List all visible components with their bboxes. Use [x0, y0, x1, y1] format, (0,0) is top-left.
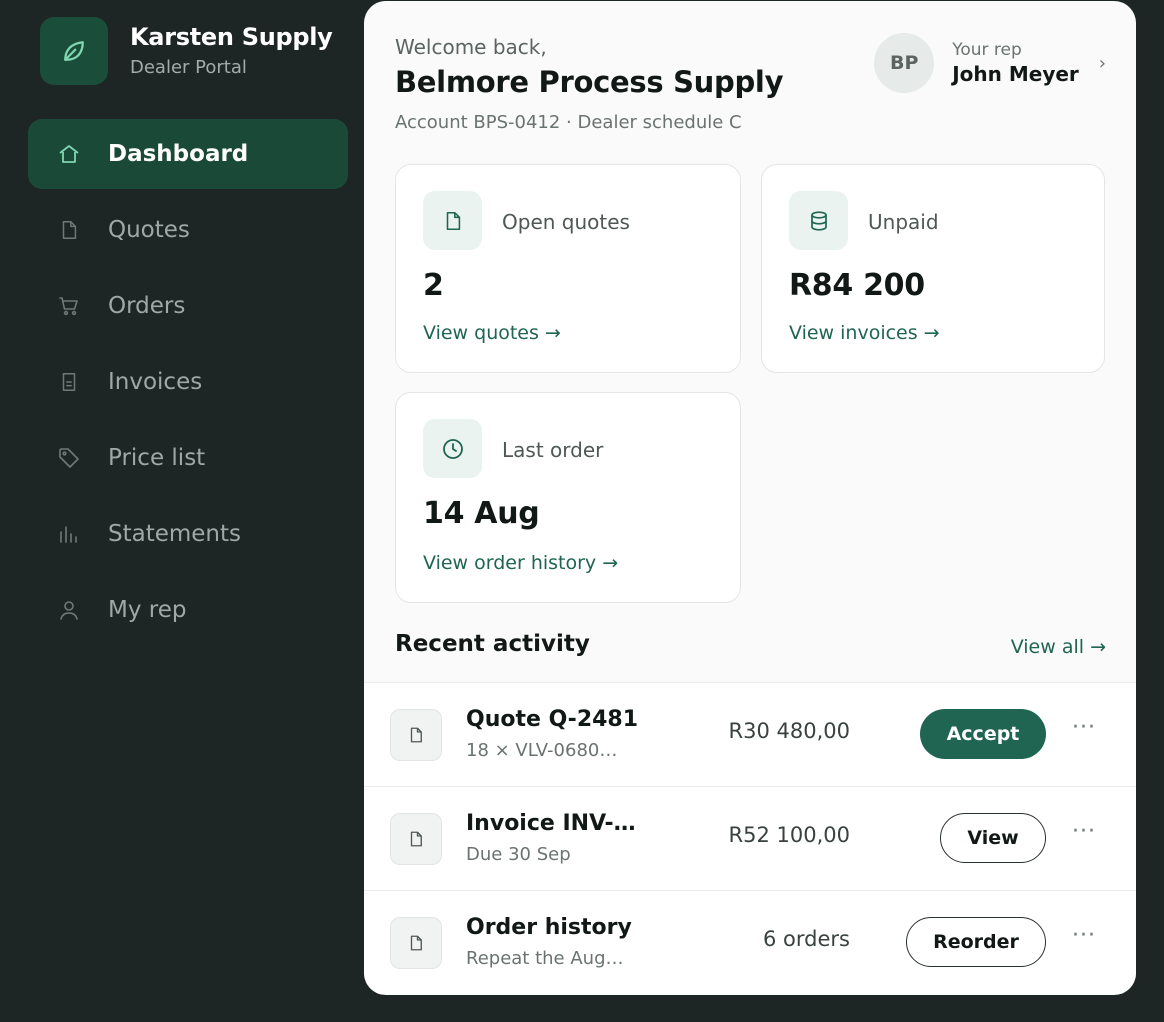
- stat-card-last-order: Last order 14 Aug View order history →: [395, 392, 741, 603]
- stat-value: 2: [423, 268, 444, 303]
- more-options-icon[interactable]: ···: [1072, 819, 1096, 844]
- row-subtitle: Due 30 Sep: [466, 844, 571, 865]
- list-item: Invoice INV-… Due 30 Sep R52 100,00 View…: [364, 786, 1136, 890]
- row-title[interactable]: Invoice INV-…: [466, 811, 636, 836]
- chevron-right-icon: ›: [1098, 52, 1106, 74]
- accept-button[interactable]: Accept: [920, 709, 1046, 759]
- more-options-icon[interactable]: ···: [1072, 715, 1096, 740]
- sidebar-item-label: Statements: [108, 521, 242, 547]
- clock-icon: [423, 419, 482, 478]
- sidebar-item-label: Orders: [108, 293, 186, 319]
- account-meta: Account BPS-0412 · Dealer schedule C: [395, 112, 742, 133]
- sidebar-item-quotes[interactable]: Quotes: [28, 195, 348, 265]
- welcome-text: Welcome back,: [395, 35, 547, 59]
- view-all-link[interactable]: View all →: [1011, 636, 1106, 658]
- invoice-icon: [56, 369, 82, 395]
- avatar: BP: [874, 33, 935, 93]
- reorder-button[interactable]: Reorder: [906, 917, 1046, 967]
- tag-icon: [56, 445, 82, 471]
- row-subtitle: Repeat the Aug…: [466, 948, 624, 969]
- stat-card-unpaid: Unpaid R84 200 View invoices →: [761, 164, 1105, 373]
- account-name: Belmore Process Supply: [395, 65, 784, 99]
- dashboard-panel: Welcome back, Belmore Process Supply Acc…: [364, 1, 1136, 995]
- list-item: Quote Q-2481 18 × VLV-0680… R30 480,00 A…: [364, 682, 1136, 786]
- sidebar-item-statements[interactable]: Statements: [28, 499, 348, 569]
- activity-list: Quote Q-2481 18 × VLV-0680… R30 480,00 A…: [364, 682, 1136, 994]
- view-invoices-link[interactable]: View invoices →: [789, 322, 940, 344]
- list-item: Order history Repeat the Aug… 6 orders R…: [364, 890, 1136, 994]
- leaf-logo-icon: [40, 17, 108, 85]
- view-button[interactable]: View: [940, 813, 1046, 863]
- sidebar-item-label: Dashboard: [108, 141, 249, 167]
- sidebar-item-invoices[interactable]: Invoices: [28, 347, 348, 417]
- sidebar-item-label: My rep: [108, 597, 187, 623]
- stat-label: Last order: [502, 438, 604, 462]
- sidebar-item-orders[interactable]: Orders: [28, 271, 348, 341]
- document-icon: [390, 917, 442, 969]
- row-title[interactable]: Order history: [466, 915, 632, 940]
- sidebar-item-my-rep[interactable]: My rep: [28, 575, 348, 645]
- view-order-history-link[interactable]: View order history →: [423, 552, 618, 574]
- user-icon: [56, 597, 82, 623]
- database-icon: [789, 191, 848, 250]
- view-quotes-link[interactable]: View quotes →: [423, 322, 561, 344]
- row-subtitle: 18 × VLV-0680…: [466, 740, 618, 761]
- row-title[interactable]: Quote Q-2481: [466, 707, 638, 732]
- brand-subtitle: Dealer Portal: [130, 57, 247, 78]
- brand[interactable]: Karsten Supply Dealer Portal: [40, 17, 333, 85]
- rep-label: Your rep: [952, 40, 1022, 60]
- home-icon: [56, 141, 82, 167]
- brand-name: Karsten Supply: [130, 23, 333, 51]
- sidebar-item-label: Quotes: [108, 217, 190, 243]
- stat-label: Unpaid: [868, 210, 939, 234]
- stat-label: Open quotes: [502, 210, 630, 234]
- sidebar-item-label: Invoices: [108, 369, 203, 395]
- row-amount: R52 100,00: [728, 823, 850, 847]
- bar-chart-icon: [56, 521, 82, 547]
- stat-value: 14 Aug: [423, 496, 540, 531]
- recent-activity-title: Recent activity: [395, 631, 590, 657]
- stat-card-open-quotes: Open quotes 2 View quotes →: [395, 164, 741, 373]
- document-icon: [423, 191, 482, 250]
- sidebar-item-dashboard[interactable]: Dashboard: [28, 119, 348, 189]
- stat-value: R84 200: [789, 268, 925, 303]
- rep-name: John Meyer: [952, 62, 1079, 86]
- more-options-icon[interactable]: ···: [1072, 923, 1096, 948]
- rep-card[interactable]: BP Your rep John Meyer ›: [874, 33, 1106, 93]
- document-icon: [56, 217, 82, 243]
- sidebar: Karsten Supply Dealer Portal Dashboard Q…: [0, 0, 364, 1022]
- row-amount: 6 orders: [763, 927, 850, 951]
- sidebar-item-label: Price list: [108, 445, 206, 471]
- row-amount: R30 480,00: [728, 719, 850, 743]
- sidebar-nav: Dashboard Quotes Orders Invoices Price l…: [28, 119, 348, 651]
- document-icon: [390, 813, 442, 865]
- cart-icon: [56, 293, 82, 319]
- document-icon: [390, 709, 442, 761]
- sidebar-item-price-list[interactable]: Price list: [28, 423, 348, 493]
